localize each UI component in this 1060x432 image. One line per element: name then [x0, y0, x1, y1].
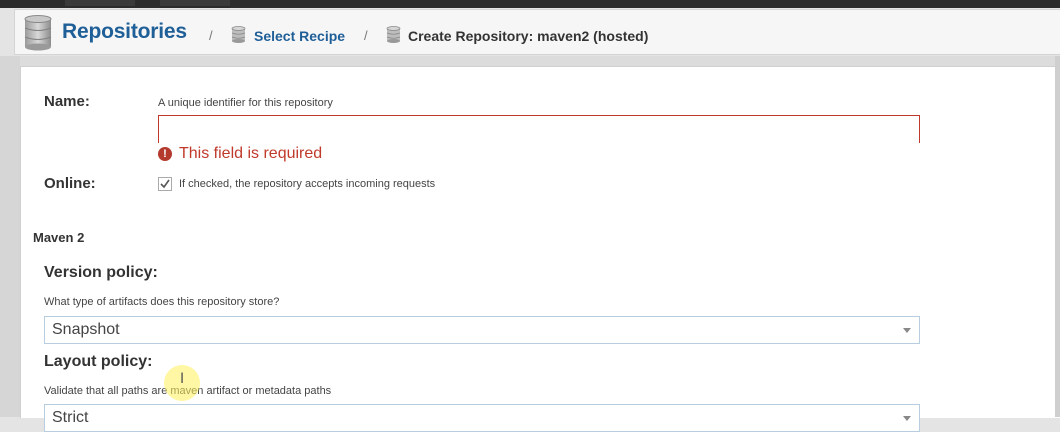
version-policy-value: Snapshot [52, 321, 120, 338]
layout-policy-label: Layout policy: [44, 353, 153, 370]
chevron-down-icon [903, 328, 911, 333]
version-policy-help: What type of artifacts does this reposit… [44, 296, 280, 308]
checkmark-icon [158, 177, 172, 191]
online-checkbox[interactable] [158, 177, 172, 191]
top-bar [0, 0, 1060, 8]
database-icon [386, 26, 401, 48]
online-help: If checked, the repository accepts incom… [179, 178, 436, 190]
name-input[interactable] [158, 115, 920, 143]
left-gutter [0, 56, 20, 417]
breadcrumb-separator: / [364, 28, 368, 43]
browser-tab [65, 0, 135, 6]
version-policy-select[interactable]: Snapshot [44, 316, 920, 344]
section-title-maven2: Maven 2 [33, 230, 85, 245]
name-help: A unique identifier for this repository [158, 97, 333, 109]
layout-policy-select[interactable]: Strict [44, 404, 920, 432]
breadcrumb-select-recipe[interactable]: Select Recipe [254, 28, 345, 44]
name-label: Name: [44, 93, 90, 110]
database-icon [231, 26, 246, 48]
breadcrumb-current: Create Repository: maven2 (hosted) [408, 28, 649, 44]
name-error: ! This field is required [158, 145, 322, 163]
text-cursor-icon: I [180, 371, 185, 387]
breadcrumb-separator: / [209, 28, 213, 43]
browser-tab [160, 0, 230, 6]
breadcrumb: Repositories / Select Recipe / Create Re… [14, 9, 1060, 55]
divider [0, 56, 1060, 66]
layout-policy-value: Strict [52, 409, 89, 426]
scrollbar[interactable] [1055, 56, 1060, 417]
error-icon: ! [158, 147, 172, 161]
name-error-text: This field is required [179, 145, 323, 162]
version-policy-label: Version policy: [44, 264, 158, 281]
online-label: Online: [44, 175, 96, 192]
database-icon [23, 15, 53, 56]
breadcrumb-repositories[interactable]: Repositories [62, 20, 187, 44]
